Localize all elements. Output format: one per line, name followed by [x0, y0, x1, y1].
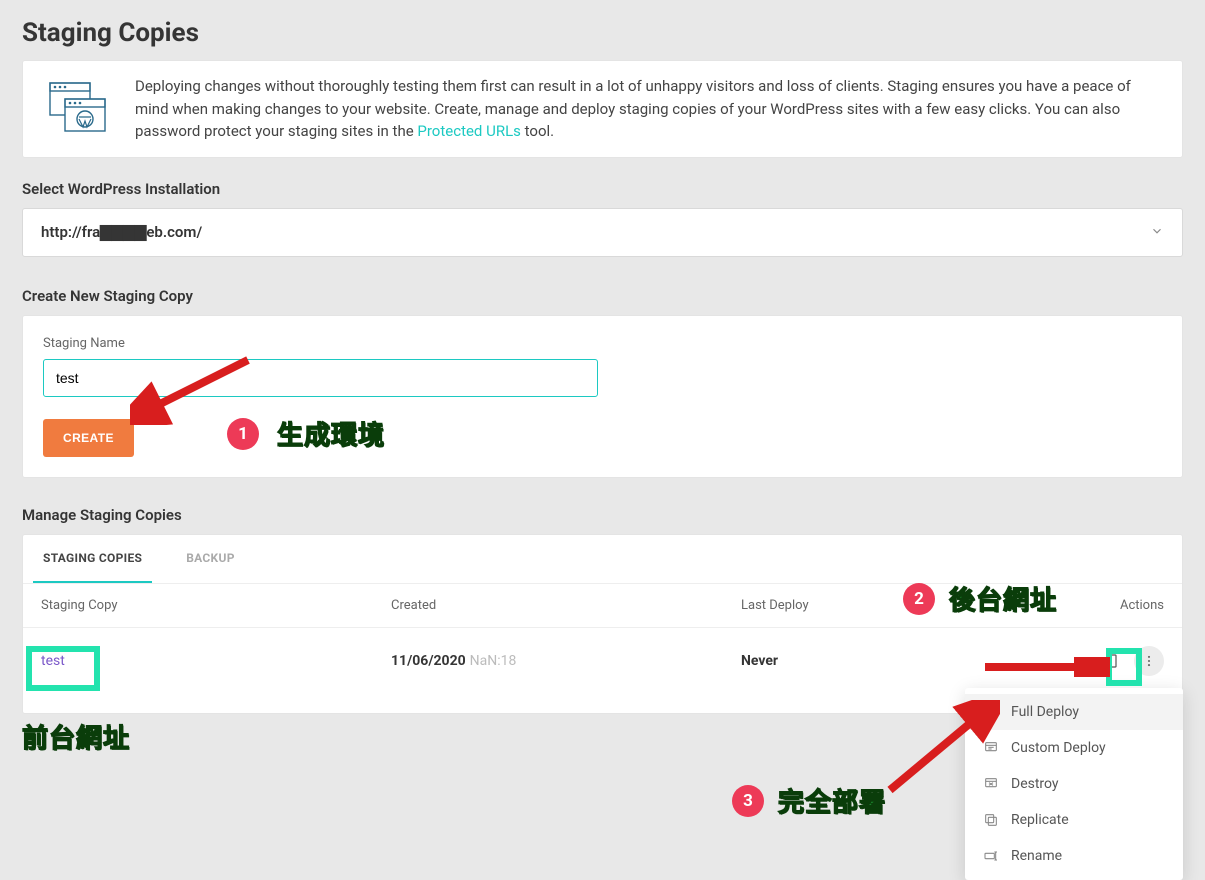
manage-heading: Manage Staging Copies: [22, 506, 1183, 524]
more-actions-button[interactable]: [1134, 646, 1164, 676]
tab-staging-copies[interactable]: STAGING COPIES: [33, 535, 152, 583]
menu-custom-deploy[interactable]: Custom Deploy: [965, 730, 1183, 766]
custom-deploy-icon: [983, 740, 999, 756]
create-button[interactable]: CREATE: [43, 419, 134, 457]
destroy-icon: [983, 776, 999, 792]
last-deploy-value: Never: [741, 653, 778, 669]
col-actions: Actions: [1084, 598, 1164, 613]
installation-selected-value: http://fra▇▇▇▇eb.com/: [41, 223, 202, 241]
actions-dropdown: Full Deploy Custom Deploy Destroy Replic…: [965, 688, 1183, 880]
intro-text-before: Deploying changes without thoroughly tes…: [135, 77, 1131, 140]
chevron-down-icon: [1150, 223, 1164, 242]
staging-name-label: Staging Name: [43, 336, 1162, 351]
protected-urls-link[interactable]: Protected URLs: [417, 122, 521, 140]
menu-full-deploy-label: Full Deploy: [1011, 704, 1079, 720]
annotation-front-text: 前台網址: [22, 718, 130, 755]
col-last-deploy: Last Deploy: [741, 598, 1084, 613]
select-installation-label: Select WordPress Installation: [22, 180, 1183, 198]
rename-icon: [983, 848, 999, 864]
staging-name-input[interactable]: [43, 359, 598, 397]
tab-backup[interactable]: BACKUP: [176, 535, 245, 583]
installation-select[interactable]: http://fra▇▇▇▇eb.com/: [22, 208, 1183, 257]
col-staging-copy: Staging Copy: [41, 598, 391, 613]
staging-copy-link[interactable]: test: [41, 653, 65, 669]
table-row: test 11/06/2020NaN:18 Never: [23, 628, 1182, 694]
manage-card: STAGING COPIES BACKUP Staging Copy Creat…: [22, 534, 1183, 714]
annotation-3-text: 完全部署: [778, 782, 886, 819]
create-staging-card: Staging Name CREATE: [22, 315, 1183, 478]
menu-custom-deploy-label: Custom Deploy: [1011, 740, 1106, 756]
page-title: Staging Copies: [22, 18, 1183, 48]
intro-text-after: tool.: [521, 122, 554, 140]
menu-replicate-label: Replicate: [1011, 812, 1069, 828]
annotation-3: 3 完全部署: [732, 782, 886, 819]
menu-destroy[interactable]: Destroy: [965, 766, 1183, 802]
created-date: 11/06/2020: [391, 653, 466, 669]
intro-card: Deploying changes without thoroughly tes…: [22, 60, 1183, 158]
wordpress-staging-icon: [45, 79, 109, 139]
menu-replicate[interactable]: Replicate: [965, 802, 1183, 838]
menu-rename-label: Rename: [1011, 848, 1062, 864]
menu-destroy-label: Destroy: [1011, 776, 1059, 792]
replicate-icon: [983, 812, 999, 828]
create-heading: Create New Staging Copy: [22, 287, 1183, 305]
col-created: Created: [391, 598, 741, 613]
created-time: NaN:18: [470, 653, 517, 669]
annotation-3-number: 3: [732, 785, 764, 817]
table-header: Staging Copy Created Last Deploy Actions: [23, 584, 1182, 628]
deploy-icon: [983, 704, 999, 720]
menu-rename[interactable]: Rename: [965, 838, 1183, 874]
login-icon[interactable]: [1096, 647, 1124, 675]
menu-full-deploy[interactable]: Full Deploy: [965, 694, 1183, 730]
tabs-row: STAGING COPIES BACKUP: [23, 535, 1182, 584]
intro-text: Deploying changes without thoroughly tes…: [135, 75, 1160, 143]
